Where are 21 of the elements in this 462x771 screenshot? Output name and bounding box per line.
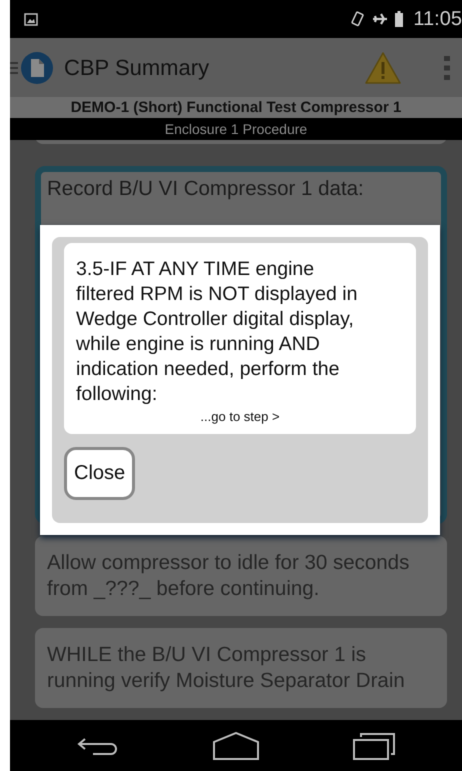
recent-apps-icon[interactable]: [353, 732, 395, 760]
overflow-menu-icon[interactable]: [444, 54, 450, 80]
step-text: WHILE the B/U VI Compressor 1 is running verify Moisture Separator Drain: [47, 642, 406, 694]
menu-icon[interactable]: [10, 60, 18, 76]
dialog-message: 3.5-IF AT ANY TIME engine filtered RPM is NOT displayed in Wedge Controller digital display, while engine is running AND indication needed, perform the following:: [76, 257, 358, 407]
step-text: Record B/U VI Compressor 1 data:: [47, 176, 365, 202]
go-to-step-link[interactable]: ...go to step >: [76, 409, 404, 424]
step-text: Allow compressor to idle for 30 seconds from _???_ before continuing.: [47, 550, 410, 602]
warning-icon[interactable]: [364, 50, 402, 84]
document-icon[interactable]: [20, 50, 54, 84]
picture-notification-icon: [24, 12, 38, 26]
close-button[interactable]: Close: [64, 447, 136, 500]
rotation-icon: [351, 11, 366, 27]
procedure-title: DEMO-1 (Short) Functional Test Compressor 1: [10, 97, 462, 118]
back-icon[interactable]: [77, 736, 119, 756]
home-icon[interactable]: [213, 732, 259, 760]
airplane-icon: [371, 11, 390, 27]
app-title: CBP Summary: [64, 54, 210, 80]
status-time: 11:05: [413, 8, 462, 30]
battery-icon: [395, 11, 404, 27]
procedure-subtitle: Enclosure 1 Procedure: [10, 118, 462, 140]
